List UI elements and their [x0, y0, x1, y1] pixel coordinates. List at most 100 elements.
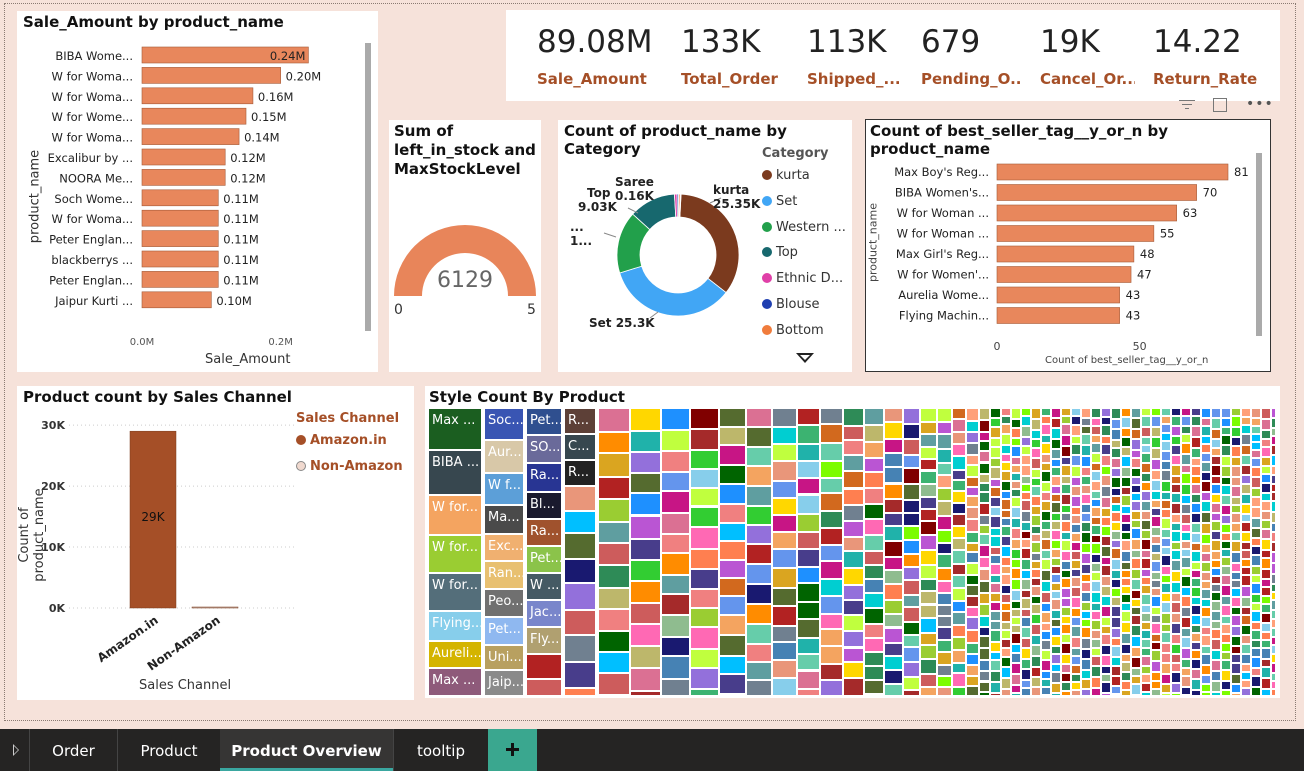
- treemap-cell[interactable]: [1170, 623, 1181, 634]
- treemap-cell[interactable]: [1190, 597, 1201, 605]
- treemap-cell[interactable]: [1100, 417, 1111, 425]
- bar[interactable]: [141, 189, 219, 207]
- treemap-cell[interactable]: [1230, 408, 1241, 416]
- treemap-cell[interactable]: [1170, 514, 1181, 523]
- treemap-cell[interactable]: [902, 661, 921, 678]
- treemap-cell[interactable]: [1150, 500, 1161, 508]
- treemap-cell[interactable]: [1220, 505, 1231, 515]
- treemap-cell[interactable]: [990, 438, 1001, 447]
- treemap-cell[interactable]: [1240, 654, 1251, 664]
- treemap-cell[interactable]: [1260, 501, 1271, 511]
- treemap-cell[interactable]: [1190, 605, 1201, 615]
- treemap-cell[interactable]: [1200, 436, 1211, 444]
- treemap-cell[interactable]: [842, 455, 864, 471]
- treemap-cell[interactable]: [1270, 681, 1276, 689]
- treemap-cell[interactable]: [1140, 463, 1151, 473]
- treemap-cell[interactable]: [1110, 597, 1121, 606]
- treemap-cell[interactable]: [1160, 663, 1171, 674]
- treemap-cell[interactable]: [1080, 553, 1091, 564]
- treemap-cell[interactable]: [864, 652, 884, 666]
- treemap-cell[interactable]: [820, 493, 843, 512]
- treemap-cell[interactable]: [978, 648, 991, 661]
- treemap-cell[interactable]: [1010, 428, 1021, 438]
- treemap-cell[interactable]: [1070, 486, 1081, 496]
- treemap-cell[interactable]: [1180, 504, 1191, 514]
- treemap-cell[interactable]: [1190, 448, 1201, 458]
- treemap-cell[interactable]: [1070, 617, 1081, 626]
- treemap-cell[interactable]: [1100, 596, 1111, 606]
- treemap-cell[interactable]: [902, 439, 921, 455]
- treemap-cell[interactable]: [1010, 549, 1021, 559]
- treemap-cell[interactable]: [978, 491, 991, 503]
- treemap-cell[interactable]: [796, 494, 821, 514]
- treemap-cell[interactable]: [1130, 458, 1141, 468]
- treemap-cell[interactable]: [978, 451, 991, 463]
- treemap-cell[interactable]: [842, 568, 864, 585]
- treemap-cell[interactable]: [1060, 654, 1071, 664]
- treemap-cell[interactable]: [1010, 590, 1021, 601]
- treemap-cell[interactable]: [772, 568, 797, 588]
- treemap-cell[interactable]: [598, 565, 630, 588]
- treemap-cell[interactable]: [936, 475, 952, 489]
- treemap-cell[interactable]: [966, 575, 979, 585]
- treemap-cell[interactable]: [1110, 468, 1121, 477]
- treemap-cell[interactable]: [1180, 668, 1191, 676]
- treemap-cell[interactable]: [1180, 495, 1191, 504]
- treemap-cell[interactable]: [1160, 674, 1171, 684]
- treemap-cell[interactable]: [1160, 461, 1171, 470]
- treemap-cell[interactable]: [920, 470, 937, 485]
- treemap-cell[interactable]: [884, 642, 903, 657]
- treemap-cell[interactable]: [1170, 493, 1181, 503]
- treemap-cell[interactable]: [1020, 408, 1031, 416]
- treemap-cell[interactable]: [952, 686, 966, 696]
- treemap-cell[interactable]: [1120, 603, 1131, 611]
- treemap-cell[interactable]: [1250, 555, 1261, 566]
- treemap-cell[interactable]: [1000, 510, 1011, 518]
- treemap-cell[interactable]: [1040, 623, 1051, 631]
- treemap-cell[interactable]: [1080, 574, 1091, 582]
- treemap-cell[interactable]: [1230, 654, 1241, 663]
- treemap-cell[interactable]: [1150, 672, 1161, 681]
- treemap-cell[interactable]: [978, 568, 991, 581]
- treemap-cell[interactable]: [902, 423, 921, 440]
- treemap-cell[interactable]: [820, 527, 843, 546]
- legend-item[interactable]: kurta: [762, 168, 810, 183]
- treemap-cell[interactable]: [936, 651, 952, 665]
- treemap-cell[interactable]: [1000, 630, 1011, 639]
- treemap-cell[interactable]: [1270, 619, 1276, 628]
- treemap-cell[interactable]: [718, 559, 746, 578]
- treemap-cell[interactable]: [990, 516, 1001, 528]
- treemap-cell[interactable]: [1140, 473, 1151, 482]
- treemap-cell[interactable]: [598, 432, 630, 453]
- treemap-cell[interactable]: [1200, 562, 1211, 572]
- treemap-cell[interactable]: [1160, 593, 1171, 602]
- treemap-cell[interactable]: [1130, 579, 1141, 590]
- treemap-cell[interactable]: [1090, 572, 1101, 581]
- treemap-cell[interactable]: [796, 583, 821, 603]
- treemap-cell[interactable]: [920, 674, 937, 687]
- treemap-cell[interactable]: Ran...: [484, 561, 524, 589]
- treemap-cell[interactable]: [902, 484, 921, 500]
- treemap-cell[interactable]: [1070, 524, 1081, 533]
- treemap-cell[interactable]: [772, 605, 797, 626]
- treemap-cell[interactable]: [1210, 584, 1221, 592]
- treemap-cell[interactable]: [1080, 592, 1091, 602]
- treemap-cell[interactable]: [1020, 446, 1031, 455]
- treemap-cell[interactable]: [1130, 599, 1141, 607]
- treemap-cell[interactable]: [1010, 559, 1021, 568]
- treemap-cell[interactable]: [598, 453, 630, 477]
- treemap-cell[interactable]: [902, 690, 921, 696]
- treemap-cell[interactable]: [1130, 477, 1141, 485]
- treemap-cell[interactable]: [1100, 655, 1111, 666]
- treemap-cell[interactable]: [1250, 408, 1261, 418]
- treemap-cell[interactable]: [864, 472, 884, 488]
- treemap-cell[interactable]: [1030, 561, 1041, 569]
- treemap-cell[interactable]: [952, 443, 966, 456]
- treemap-cell[interactable]: [820, 511, 843, 528]
- treemap-cell[interactable]: [1200, 453, 1211, 462]
- treemap-cell[interactable]: [1210, 439, 1221, 448]
- treemap-cell[interactable]: [936, 676, 952, 688]
- treemap-cell[interactable]: [1170, 455, 1181, 465]
- treemap-cell[interactable]: [1190, 650, 1201, 659]
- treemap-cell[interactable]: [1250, 467, 1261, 477]
